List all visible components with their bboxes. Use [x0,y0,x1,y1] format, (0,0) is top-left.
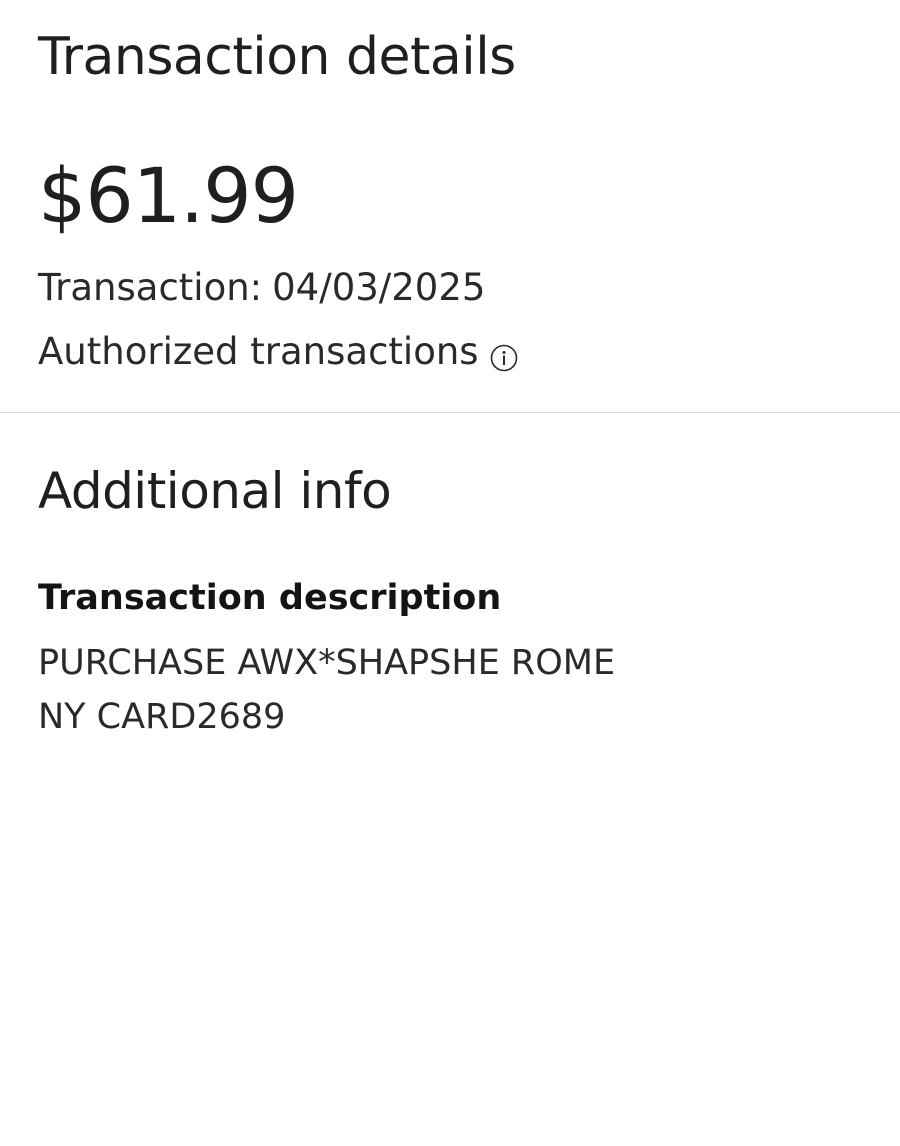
transaction-description-line: PURCHASE AWX*SHAPSHE ROME [38,643,616,683]
transaction-date-value: 04/03/2025 [272,266,486,309]
transaction-description-label: Transaction description [38,578,502,618]
authorization-status-row: Authorized transactions [38,328,519,376]
transaction-description-value: PURCHASE AWX*SHAPSHE ROME NY CARD2689 [38,636,738,744]
additional-info-title: Additional info [38,462,392,520]
transaction-date-label: Transaction: [38,266,263,309]
section-divider [0,412,900,413]
transaction-details-page: Transaction details $61.99 Transaction: 0… [0,0,900,1146]
info-icon[interactable] [489,337,519,372]
page-title: Transaction details [38,27,516,87]
authorization-status-text: Authorized transactions [38,330,479,373]
transaction-date-row: Transaction: 04/03/2025 [38,264,485,312]
transaction-description-line: NY CARD2689 [38,697,286,737]
transaction-amount: $61.99 [38,151,299,240]
